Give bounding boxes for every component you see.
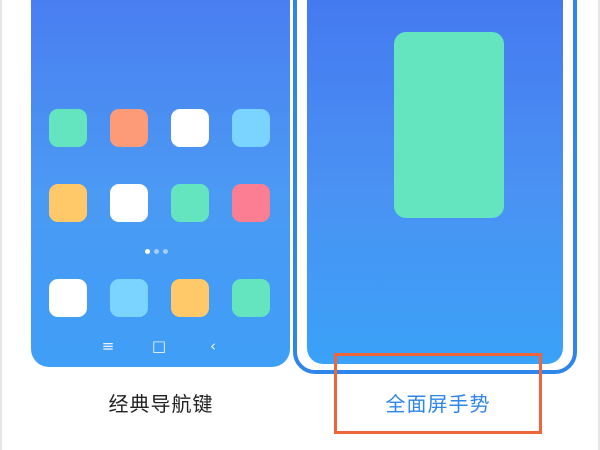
gesture-option-frame[interactable] bbox=[293, 0, 577, 374]
app-icon bbox=[110, 279, 148, 317]
gesture-navigation-preview bbox=[307, 0, 563, 364]
page-dot-active bbox=[145, 249, 150, 254]
app-icon bbox=[49, 279, 87, 317]
page-indicator bbox=[145, 249, 175, 255]
app-icon bbox=[171, 279, 209, 317]
app-icon bbox=[171, 184, 209, 222]
app-icon bbox=[232, 109, 270, 147]
menu-icon: ≡ bbox=[101, 337, 115, 355]
app-icon bbox=[171, 109, 209, 147]
app-card-preview bbox=[394, 32, 504, 218]
app-icon bbox=[49, 109, 87, 147]
app-icon-grid bbox=[31, 0, 290, 367]
navigation-mode-chooser: ≡ □ ‹ 经典导航键 全面屏手势 bbox=[0, 0, 600, 450]
app-icon bbox=[110, 184, 148, 222]
classic-navigation-preview[interactable]: ≡ □ ‹ bbox=[31, 0, 290, 367]
selection-highlight-box bbox=[334, 353, 542, 434]
app-icon bbox=[232, 184, 270, 222]
classic-navigation-label[interactable]: 经典导航键 bbox=[30, 384, 292, 424]
app-icon bbox=[232, 279, 270, 317]
app-icon bbox=[49, 184, 87, 222]
app-icon bbox=[110, 109, 148, 147]
left-divider bbox=[0, 0, 2, 450]
home-icon: □ bbox=[151, 337, 167, 355]
back-icon: ‹ bbox=[210, 337, 216, 355]
navigation-key-bar: ≡ □ ‹ bbox=[31, 336, 290, 356]
page-dot bbox=[163, 249, 168, 254]
page-dot bbox=[154, 249, 159, 254]
